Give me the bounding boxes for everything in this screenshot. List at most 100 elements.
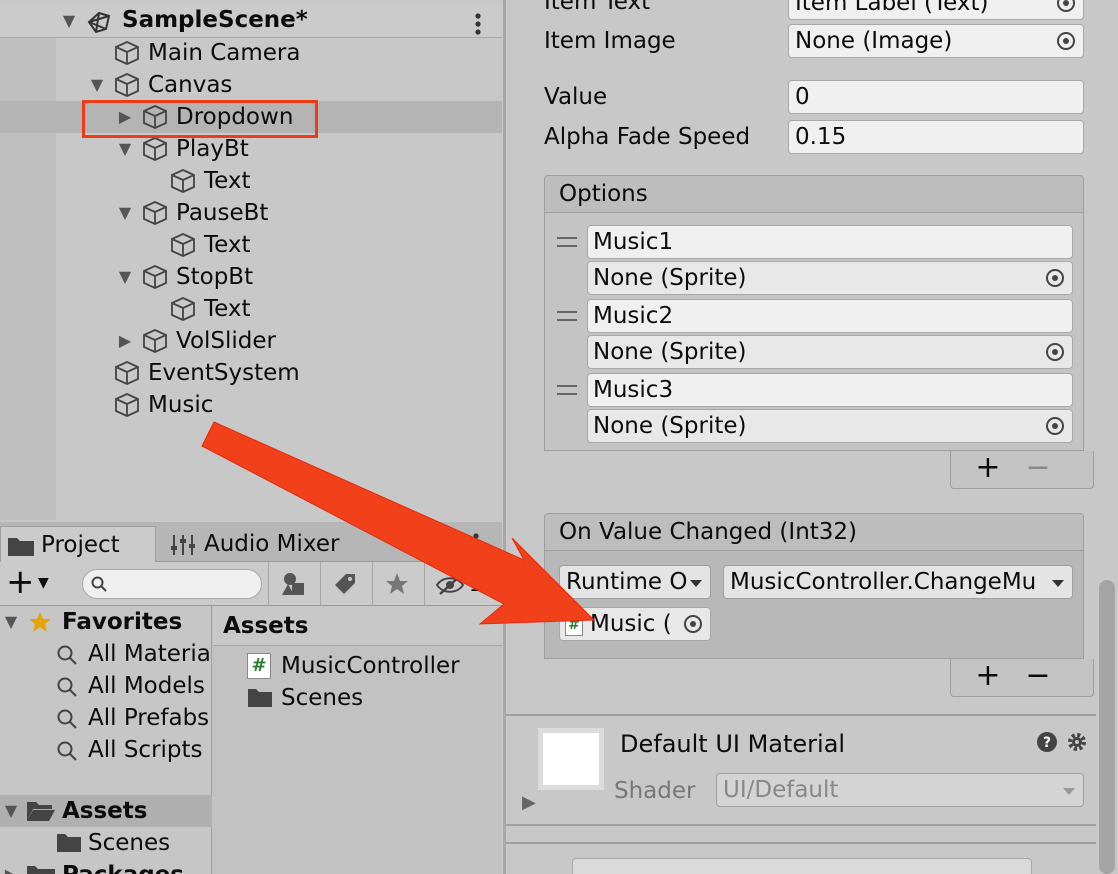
folder-icon — [27, 866, 55, 874]
alpha-fade-speed-field[interactable]: 0.15 — [788, 120, 1084, 154]
favorite-item[interactable]: All Prefabs — [0, 702, 212, 734]
option-sprite-field[interactable]: None (Sprite) — [587, 409, 1073, 443]
function-dropdown[interactable]: MusicController.ChangeMu — [723, 565, 1073, 599]
filter-by-type-button[interactable] — [268, 562, 318, 606]
favorites-filter-button[interactable] — [372, 562, 422, 606]
folder-icon — [248, 689, 272, 707]
breadcrumb-assets[interactable]: Assets — [223, 610, 308, 642]
options-label: Options — [559, 181, 648, 207]
material-preview[interactable] — [538, 728, 604, 790]
object-picker-icon[interactable] — [1046, 343, 1064, 361]
expand-triangle-down-icon[interactable]: ▼ — [2, 802, 20, 820]
add-component-button[interactable] — [572, 858, 1032, 874]
expand-triangle-down-icon[interactable]: ▼ — [116, 268, 134, 286]
search-input[interactable] — [82, 569, 262, 599]
section-divider — [506, 824, 1099, 826]
hierarchy-item-pausebt[interactable]: ▼ PauseBt — [0, 197, 502, 229]
item-text-value: Item Label (Text) — [795, 0, 989, 16]
object-picker-icon[interactable] — [1057, 32, 1075, 50]
hierarchy-item-music[interactable]: Music — [0, 389, 502, 421]
inspector-panel: Item Text Item Label (Text) Item Image N… — [503, 0, 1118, 874]
scrollbar-thumb[interactable] — [1099, 580, 1115, 874]
shader-dropdown[interactable]: UI/Default — [716, 773, 1084, 807]
option-sprite-field[interactable]: None (Sprite) — [587, 335, 1073, 369]
option-sprite-field[interactable]: None (Sprite) — [587, 261, 1073, 295]
create-menu-button[interactable]: + ▼ — [4, 564, 60, 600]
runtime-mode-dropdown[interactable]: Runtime O — [559, 565, 711, 599]
chevron-down-icon: ▼ — [38, 575, 49, 591]
item-image-value: None (Image) — [795, 28, 953, 54]
hierarchy-item-main-camera[interactable]: Main Camera — [0, 37, 502, 69]
add-option-button[interactable]: + — [963, 451, 1013, 487]
object-picker-icon[interactable] — [684, 615, 702, 633]
item-image-field[interactable]: None (Image) — [788, 24, 1084, 58]
favorite-item[interactable]: All Models — [0, 670, 212, 702]
reorder-handle-icon[interactable] — [557, 385, 577, 395]
search-icon — [57, 709, 77, 729]
asset-item-scenes[interactable]: Scenes — [243, 682, 498, 714]
inspector-scrollbar[interactable] — [1096, 0, 1118, 874]
hierarchy-item-stopbt[interactable]: ▼ StopBt — [0, 261, 502, 293]
value-field[interactable]: 0 — [788, 80, 1084, 114]
favorite-item[interactable]: All Scripts — [0, 734, 212, 766]
remove-event-button[interactable]: − — [1013, 659, 1063, 695]
event-list: Runtime O MusicController.ChangeMu # Mus… — [544, 551, 1084, 659]
csharp-script-icon: # — [565, 614, 583, 636]
expand-triangle-right-icon[interactable]: ▶ — [522, 792, 536, 813]
expand-triangle-right-icon[interactable]: ▶ — [2, 866, 20, 874]
event-target-object-field[interactable]: # Music ( — [559, 607, 711, 641]
options-header[interactable]: Options — [544, 175, 1084, 213]
expand-triangle-down-icon[interactable]: ▼ — [116, 140, 134, 158]
remove-option-button[interactable]: − — [1013, 451, 1063, 487]
hierarchy-item-text[interactable]: Text — [0, 293, 502, 325]
help-icon[interactable]: ? — [1036, 731, 1058, 753]
tab-audio-mixer[interactable]: Audio Mixer — [160, 526, 420, 562]
assets-folder-row[interactable]: ▼ Assets — [0, 795, 212, 827]
gameobject-cube-icon — [143, 265, 167, 289]
gear-icon[interactable] — [1066, 731, 1088, 753]
expand-triangle-down-icon[interactable]: ▼ — [116, 204, 134, 222]
favorites-header[interactable]: ▼ Favorites — [0, 606, 212, 638]
asset-item-musiccontroller[interactable]: # MusicController — [243, 650, 498, 682]
option-text: Music3 — [593, 377, 674, 403]
packages-folder-row[interactable]: ▶ Packages — [0, 859, 212, 874]
hidden-packages-button[interactable]: 17 — [424, 562, 502, 606]
favorite-item-label: All Models — [88, 673, 205, 699]
hierarchy-item-volslider[interactable]: ▶ VolSlider — [0, 325, 502, 357]
scenes-folder-row[interactable]: Scenes — [0, 827, 212, 859]
lock-icon[interactable] — [436, 532, 456, 554]
option-text-field[interactable]: Music1 — [587, 225, 1073, 259]
hierarchy-item-eventsystem[interactable]: EventSystem — [0, 357, 502, 389]
object-picker-icon[interactable] — [1057, 0, 1075, 12]
hierarchy-item-label: Text — [204, 296, 251, 322]
filter-by-label-button[interactable] — [320, 562, 370, 606]
expand-triangle-down-icon[interactable]: ▼ — [2, 613, 20, 631]
more-options-icon[interactable] — [466, 530, 486, 558]
expand-triangle-down-icon[interactable]: ▼ — [88, 76, 106, 94]
object-picker-icon[interactable] — [1046, 269, 1064, 287]
gameobject-cube-icon — [143, 201, 167, 225]
more-options-icon[interactable] — [468, 10, 488, 38]
expand-triangle-right-icon[interactable]: ▶ — [116, 332, 134, 350]
object-picker-icon[interactable] — [1046, 417, 1064, 435]
alpha-fade-speed-label: Alpha Fade Speed — [544, 124, 751, 150]
hierarchy-item-text[interactable]: Text — [0, 229, 502, 261]
add-event-button[interactable]: + — [963, 659, 1013, 695]
alpha-fade-speed-value: 0.15 — [795, 124, 847, 150]
reorder-handle-icon[interactable] — [557, 311, 577, 321]
shader-value: UI/Default — [723, 777, 839, 803]
material-title: Default UI Material — [620, 730, 846, 758]
star-icon — [386, 573, 408, 594]
tag-icon — [335, 574, 355, 594]
option-text-field[interactable]: Music2 — [587, 299, 1073, 333]
hierarchy-item-canvas[interactable]: ▼ Canvas — [0, 69, 502, 101]
reorder-handle-icon[interactable] — [557, 237, 577, 247]
csharp-script-icon: # — [247, 653, 271, 679]
item-text-field[interactable]: Item Label (Text) — [788, 0, 1084, 20]
hierarchy-item-text[interactable]: Text — [0, 165, 502, 197]
tab-project[interactable]: Project — [0, 526, 156, 562]
option-text-field[interactable]: Music3 — [587, 373, 1073, 407]
scene-expand-triangle-icon[interactable]: ▼ — [60, 12, 78, 30]
favorite-item[interactable]: All Materia — [0, 638, 212, 670]
scene-header-row[interactable]: ▼ SampleScene* — [0, 4, 502, 38]
